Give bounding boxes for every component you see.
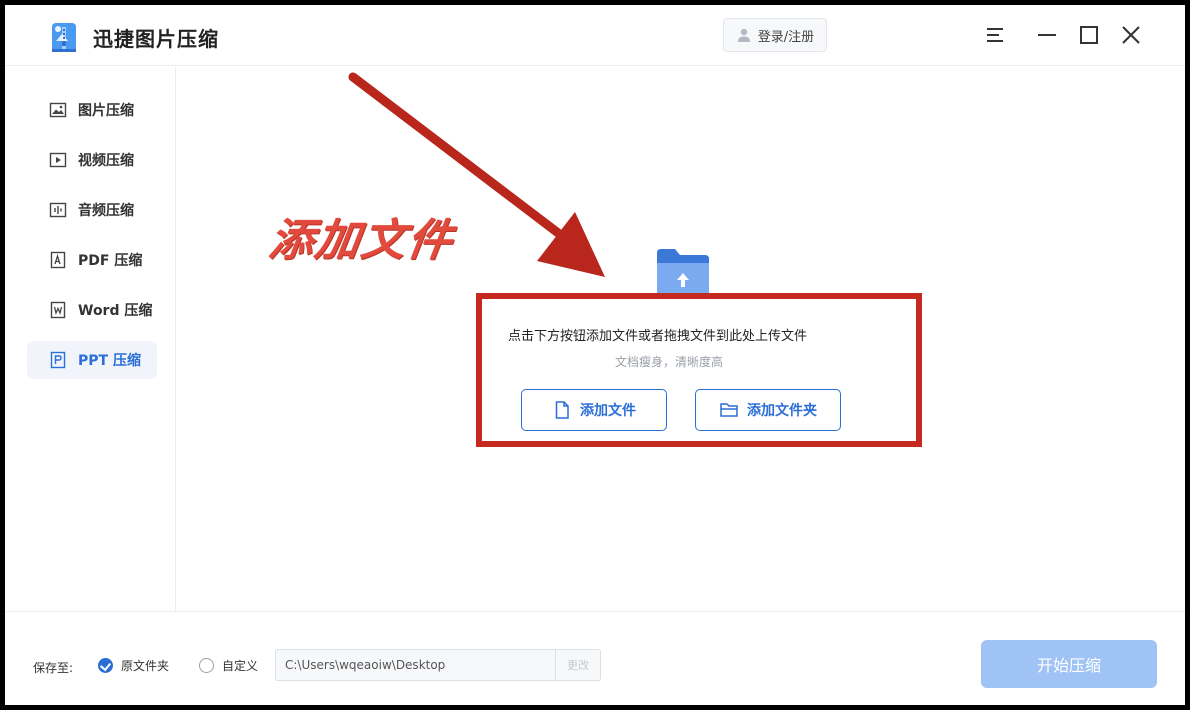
word-icon (50, 301, 66, 319)
image-icon (49, 102, 67, 118)
radio-label: 原文件夹 (121, 659, 170, 673)
minimize-button[interactable] (1036, 24, 1058, 46)
sidebar-item-label: PDF 压缩 (78, 253, 143, 269)
save-path-input[interactable]: C:\Users\wqeaoiw\Desktop (275, 649, 601, 681)
start-compress-button[interactable]: 开始压缩 (981, 640, 1157, 688)
sidebar-item-video[interactable]: 视频压缩 (27, 141, 157, 179)
menu-icon (987, 28, 1003, 42)
login-button[interactable]: 登录/注册 (723, 18, 827, 52)
maximize-icon (1080, 26, 1098, 44)
upload-subtitle: 文档瘦身，清晰度高 (615, 355, 724, 369)
sidebar-item-label: 图片压缩 (78, 103, 134, 119)
sidebar-item-label: 音频压缩 (78, 203, 134, 219)
app-title: 迅捷图片压缩 (93, 27, 219, 51)
add-folder-button[interactable]: 添加文件夹 (695, 389, 841, 431)
audio-icon (49, 202, 67, 218)
radio-custom[interactable]: 自定义 (199, 657, 258, 674)
app-window: 迅捷图片压缩 登录/注册 图片压缩 视频压缩 音频压缩 PDF 压缩 Word … (5, 5, 1185, 705)
add-folder-label: 添加文件夹 (747, 403, 817, 419)
close-icon (1122, 26, 1140, 44)
sidebar-item-ppt[interactable]: PPT 压缩 (27, 341, 157, 379)
close-button[interactable] (1120, 24, 1142, 46)
maximize-button[interactable] (1078, 24, 1100, 46)
login-label: 登录/注册 (757, 29, 815, 45)
menu-button[interactable] (984, 24, 1006, 46)
sidebar-item-label: 视频压缩 (78, 153, 134, 169)
radio-label: 自定义 (222, 659, 259, 673)
upload-hint-text: 点击下方按钮添加文件或者拖拽文件到此处上传文件 (508, 329, 808, 344)
minimize-icon (1038, 34, 1056, 36)
sidebar-item-audio[interactable]: 音频压缩 (27, 191, 157, 229)
annotation-label: 添加文件 (265, 215, 457, 266)
sidebar-item-label: PPT 压缩 (78, 353, 141, 369)
folder-icon (720, 403, 738, 417)
radio-original-folder[interactable]: 原文件夹 (98, 657, 169, 674)
file-icon (555, 401, 569, 419)
sidebar-item-label: Word 压缩 (78, 303, 153, 319)
sidebar-item-image[interactable]: 图片压缩 (27, 91, 157, 129)
add-file-button[interactable]: 添加文件 (521, 389, 667, 431)
app-logo-icon (52, 23, 76, 52)
main-content: 添加文件 点击下方按钮添加文件或者拖拽文件到此处上传文件 文档瘦身，清晰度高 添… (177, 67, 1185, 611)
ppt-icon (50, 351, 66, 369)
change-path-button[interactable]: 更改 (555, 650, 600, 680)
sidebar-item-word[interactable]: Word 压缩 (27, 291, 157, 329)
upload-folder-icon (657, 249, 709, 295)
add-file-label: 添加文件 (580, 403, 636, 419)
footer-bar: 保存至: 原文件夹 自定义 C:\Users\wqeaoiw\Desktop 更… (5, 611, 1185, 705)
video-icon (49, 152, 67, 168)
radio-unchecked-icon (199, 658, 214, 673)
pdf-icon (50, 251, 66, 269)
sidebar-item-pdf[interactable]: PDF 压缩 (27, 241, 157, 279)
user-icon (737, 28, 750, 42)
sidebar: 图片压缩 视频压缩 音频压缩 PDF 压缩 Word 压缩 PPT 压缩 (5, 67, 176, 611)
title-bar: 迅捷图片压缩 登录/注册 (5, 5, 1185, 66)
radio-checked-icon (98, 658, 113, 673)
save-to-label: 保存至: (33, 661, 74, 675)
